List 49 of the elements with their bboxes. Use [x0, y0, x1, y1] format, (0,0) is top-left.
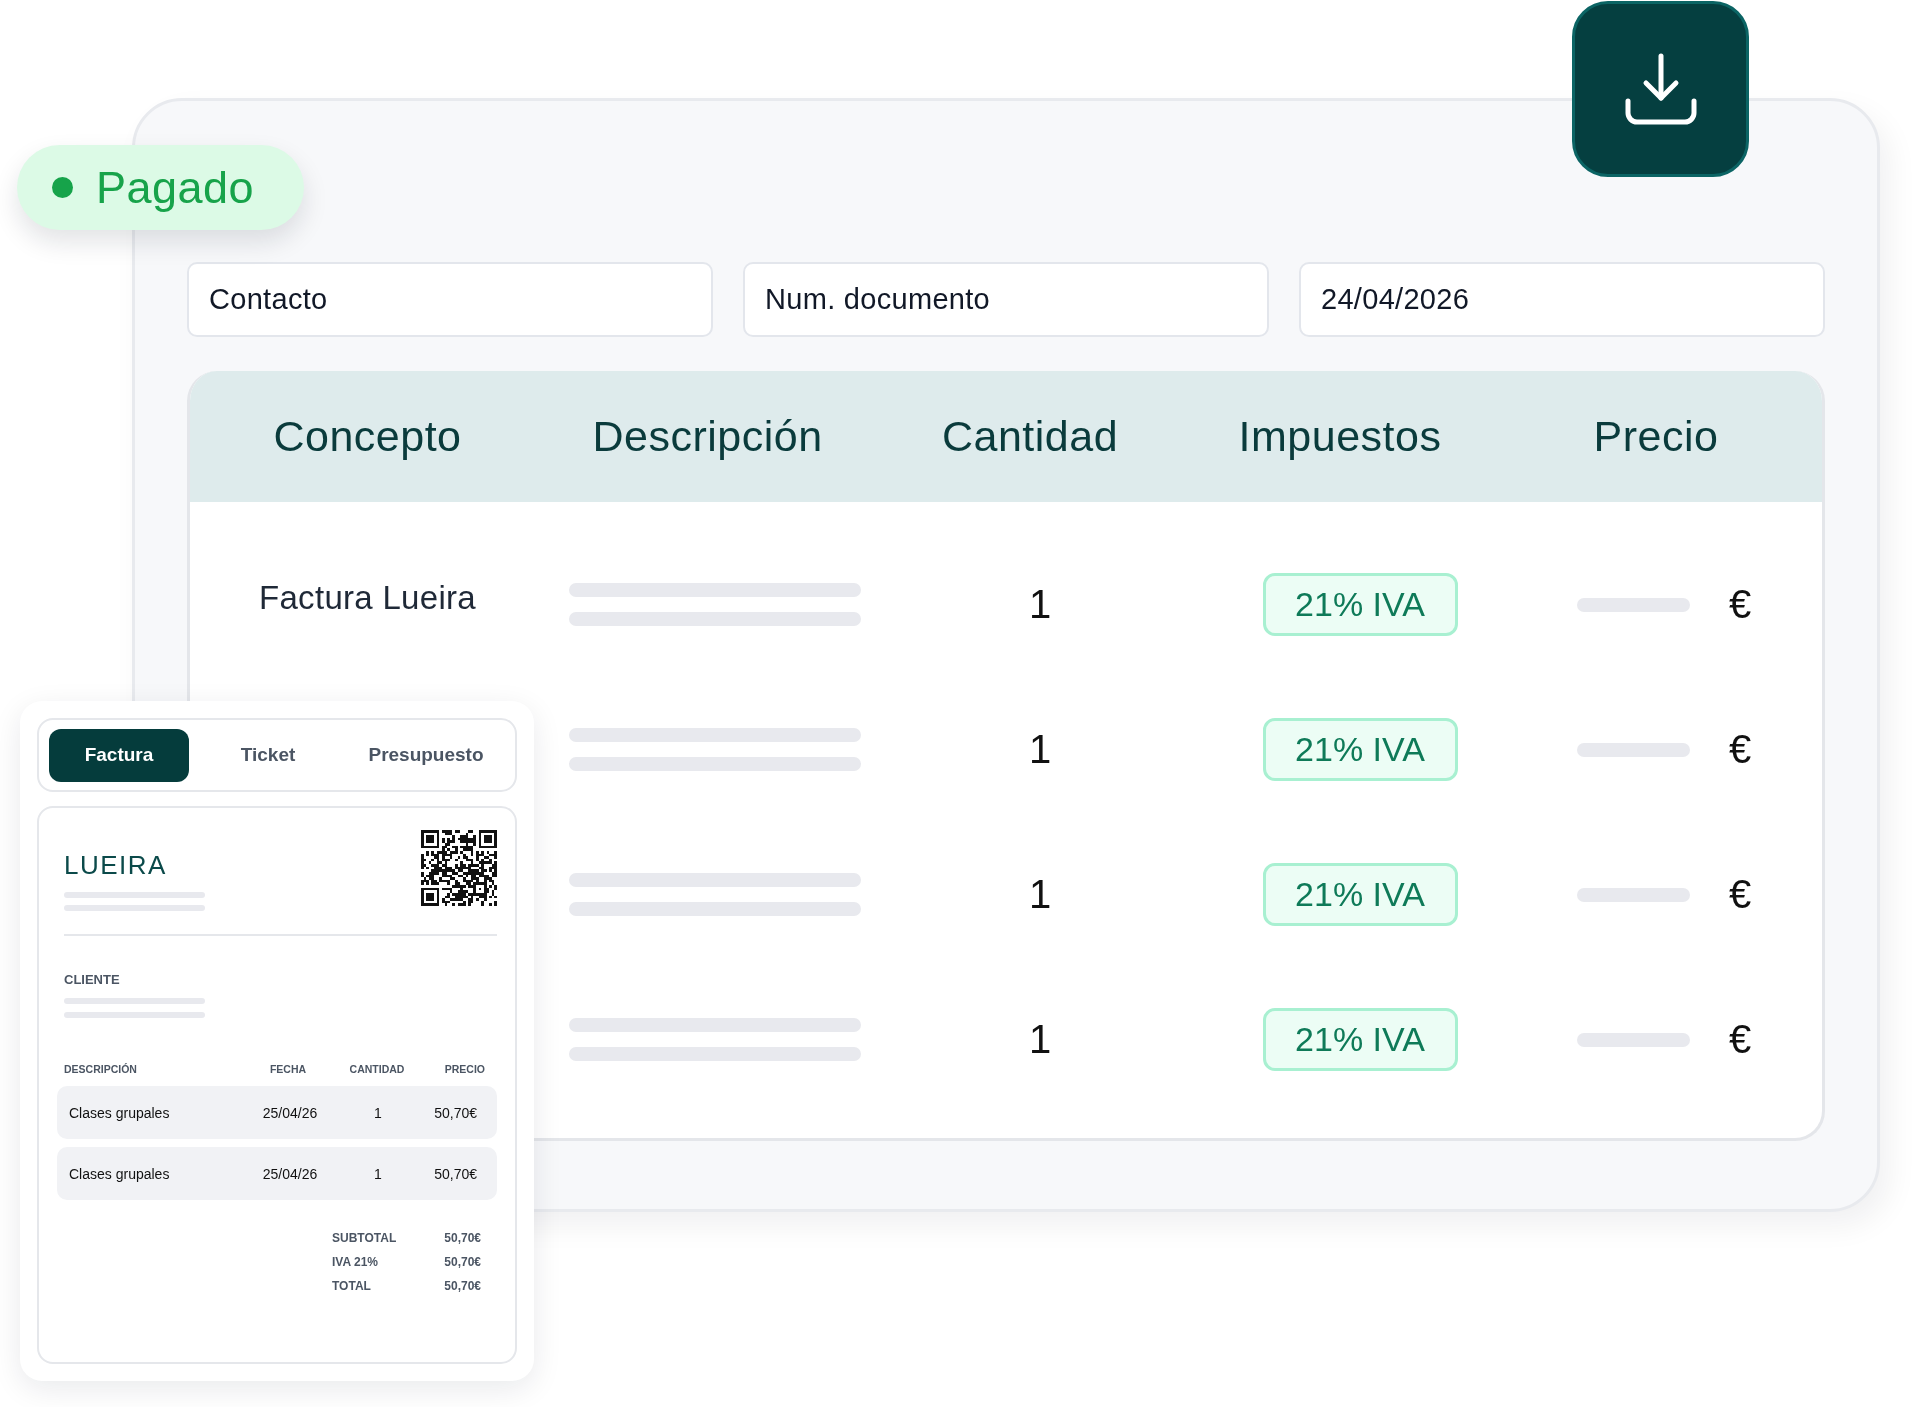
column-header: Precio — [1593, 412, 1719, 461]
column-header: FECHA — [268, 1063, 308, 1076]
tax-badge: 21% IVA — [1262, 863, 1458, 926]
quantity-text: 1 — [374, 1165, 382, 1182]
column-header: Descripción — [592, 412, 823, 461]
quantity-text: 1 — [1028, 1017, 1052, 1062]
quantity-text: 1 — [1028, 582, 1052, 627]
tab[interactable]: Ticket — [189, 728, 347, 782]
column-header: Impuestos — [1238, 412, 1442, 461]
column-header: CANTIDAD — [348, 1063, 406, 1076]
column-header: DESCRIPCIÓN — [64, 1063, 138, 1076]
currency-symbol: € — [1729, 872, 1752, 917]
status-dot-icon — [52, 177, 73, 198]
quantity-text: 1 — [1028, 727, 1052, 772]
tax-badge: 21% IVA — [1262, 718, 1458, 781]
total-value: 50,70€ — [443, 1278, 481, 1295]
qr-code-icon — [421, 830, 497, 906]
currency-symbol: € — [1729, 582, 1752, 627]
input-field[interactable]: 24/04/2026 — [1299, 262, 1825, 337]
date-text: 25/04/26 — [262, 1165, 318, 1182]
section-label: CLIENTE — [64, 972, 121, 988]
column-header: Cantidad — [941, 412, 1119, 461]
input-field[interactable]: Contacto — [187, 262, 713, 337]
price-text: 50,70€ — [434, 1165, 477, 1182]
concept-text: Factura Lueira — [259, 578, 476, 617]
date-text: 25/04/26 — [262, 1104, 318, 1121]
tax-badge: 21% IVA — [1262, 1008, 1458, 1071]
total-label: IVA 21% — [332, 1254, 380, 1271]
total-label: TOTAL — [332, 1278, 372, 1295]
column-header: Concepto — [273, 412, 462, 461]
total-label: SUBTOTAL — [332, 1230, 398, 1247]
column-header: PRECIO — [443, 1063, 485, 1076]
status-label: Pagado — [96, 161, 255, 214]
tax-badge: 21% IVA — [1262, 573, 1458, 636]
quantity-text: 1 — [1028, 872, 1052, 917]
download-button[interactable] — [1572, 1, 1749, 177]
price-text: 50,70€ — [434, 1104, 477, 1121]
currency-symbol: € — [1729, 1017, 1752, 1062]
total-value: 50,70€ — [443, 1254, 481, 1271]
tab[interactable]: Presupuesto — [347, 728, 505, 782]
quantity-text: 1 — [374, 1104, 382, 1121]
logo: LUEIRA — [64, 851, 168, 879]
description-text: Clases grupales — [69, 1165, 170, 1182]
currency-symbol: € — [1729, 727, 1752, 772]
input-field[interactable]: Num. documento — [743, 262, 1269, 337]
description-text: Clases grupales — [69, 1104, 170, 1121]
tab[interactable]: Factura — [49, 728, 189, 782]
download-icon — [1624, 53, 1697, 125]
total-value: 50,70€ — [443, 1230, 481, 1247]
